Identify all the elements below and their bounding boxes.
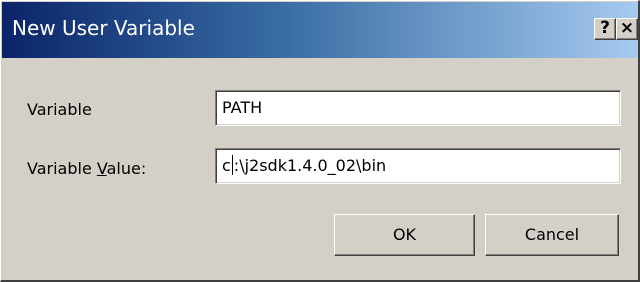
- title-bar[interactable]: New User Variable ? ×: [2, 2, 638, 58]
- ok-button[interactable]: OK: [334, 214, 475, 256]
- variable-name-label: Variable: [27, 100, 92, 119]
- variable-name-value: PATH: [222, 98, 263, 117]
- variable-name-input[interactable]: PATH: [215, 90, 621, 126]
- close-button[interactable]: ×: [616, 18, 638, 40]
- variable-value-label-suffix: alue:: [106, 159, 147, 178]
- variable-value-text-after-caret: :\j2sdk1.4.0_02\bin: [233, 156, 387, 175]
- help-button[interactable]: ?: [594, 18, 616, 40]
- text-caret: [231, 155, 233, 175]
- variable-value-text-before-caret: c: [222, 156, 231, 175]
- cancel-button[interactable]: Cancel: [485, 214, 619, 256]
- window-title: New User Variable: [12, 16, 195, 40]
- variable-value-label-accelerator: V: [96, 159, 107, 178]
- new-user-variable-dialog: New User Variable ? × Variable PATH Vari…: [0, 0, 640, 282]
- variable-value-label: Variable Value:: [27, 159, 146, 179]
- variable-value-input[interactable]: c:\j2sdk1.4.0_02\bin: [215, 148, 621, 184]
- variable-value-label-prefix: Variable: [27, 159, 97, 178]
